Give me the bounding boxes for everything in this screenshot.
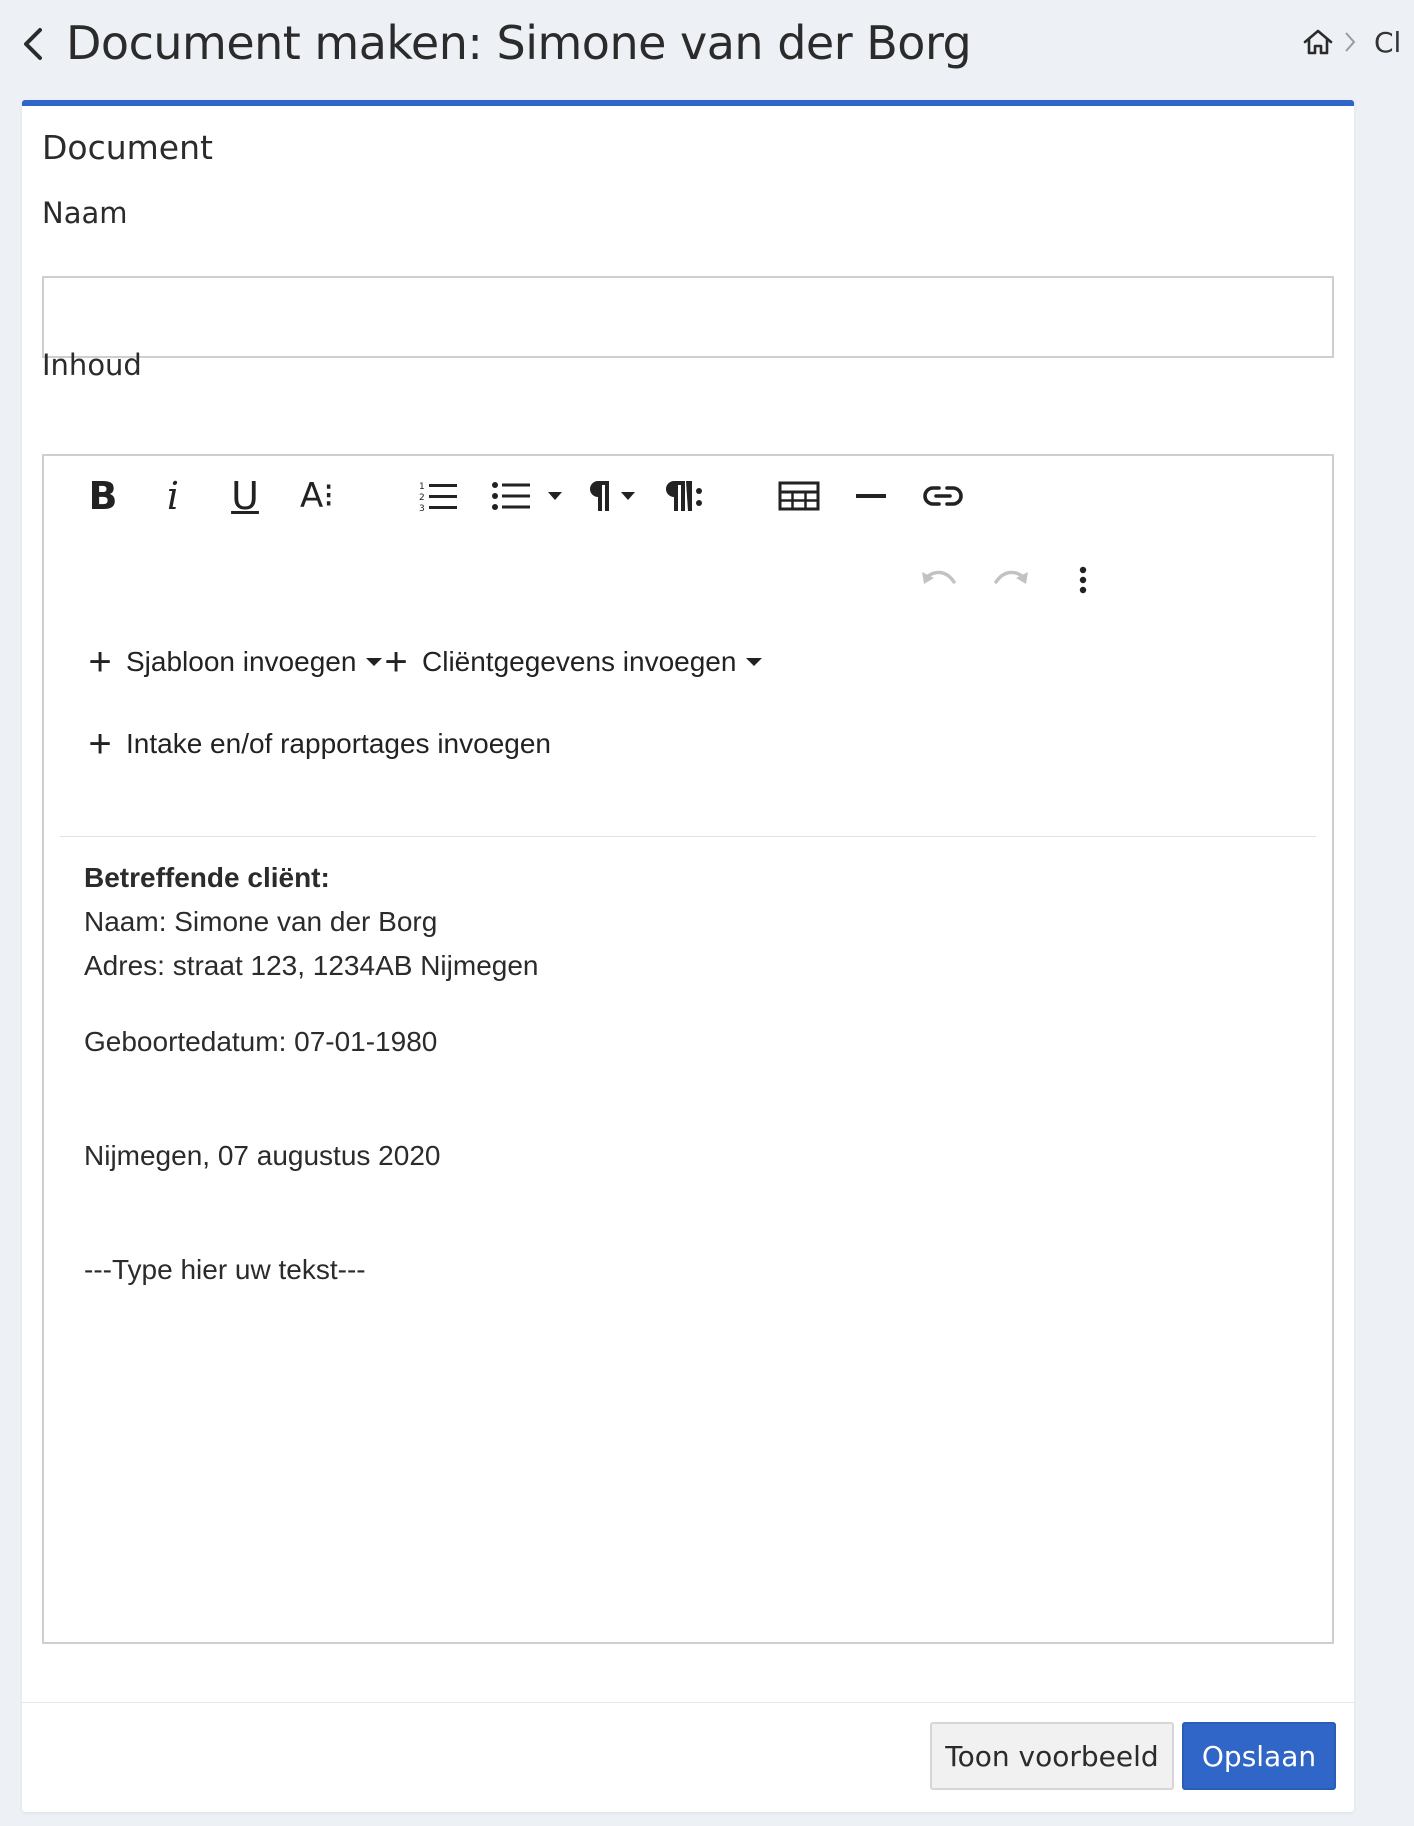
insert-template-button[interactable]: + Sjabloon invoegen (86, 640, 383, 684)
document-heading: Betreffende cliënt: (84, 862, 330, 893)
horizontal-line-button[interactable] (840, 468, 902, 524)
svg-text:2: 2 (419, 493, 425, 503)
svg-text:1: 1 (419, 482, 425, 492)
document-line-place-date: Nijmegen, 07 augustus 2020 (84, 1140, 441, 1171)
caret-down-icon (548, 492, 562, 500)
breadcrumb: Cl (1300, 22, 1401, 62)
table-button[interactable] (768, 468, 830, 524)
bold-label: B (88, 474, 118, 518)
numbered-list-button[interactable]: 1 2 3 (408, 468, 470, 524)
name-input[interactable] (42, 276, 1334, 358)
svg-text:3: 3 (419, 504, 425, 513)
breadcrumb-home[interactable] (1300, 24, 1336, 60)
underline-button[interactable]: U (214, 468, 276, 524)
content-label: Inhoud (42, 348, 142, 382)
footer-divider (22, 1702, 1354, 1703)
font-size-button[interactable]: A⁝ (286, 468, 348, 524)
document-line-birthdate: Geboortedatum: 07-01-1980 (84, 1026, 438, 1057)
horizontal-line-icon (856, 494, 886, 498)
font-size-label: A⁝ (299, 476, 335, 516)
undo-icon (922, 570, 956, 584)
link-button[interactable] (912, 468, 974, 524)
preview-button[interactable]: Toon voorbeeld (930, 1722, 1174, 1790)
underline-label: U (231, 474, 259, 518)
chevron-left-icon (24, 28, 42, 60)
rich-text-editor[interactable]: B i U A⁝ 1 2 3 + Sjabloon invoegen + Cli… (42, 454, 1334, 1644)
right-background (1354, 100, 1414, 1826)
top-bar: Document maken: Simone van der Borg Cl (0, 0, 1414, 100)
bullet-list-button[interactable] (480, 468, 542, 524)
more-vertical-icon (1079, 566, 1087, 594)
paragraph-format-icon (666, 481, 702, 511)
redo-icon (994, 570, 1028, 584)
insert-intake-button[interactable]: + Intake en/of rapportages invoegen (86, 722, 551, 766)
redo-button[interactable] (980, 552, 1042, 608)
paragraph-format-button[interactable] (654, 468, 716, 524)
table-icon (778, 481, 820, 511)
editor-toolbar-divider (60, 836, 1316, 837)
name-label: Naam (42, 196, 128, 230)
document-line-name: Naam: Simone van der Borg (84, 906, 438, 937)
numbered-list-icon: 1 2 3 (419, 482, 457, 513)
bullet-list-icon (492, 482, 530, 510)
plus-icon: + (384, 640, 408, 684)
chevron-right-icon (1345, 32, 1356, 52)
document-line-placeholder: ---Type hier uw tekst--- (84, 1254, 366, 1285)
bold-button[interactable]: B (72, 468, 134, 524)
link-icon (923, 486, 963, 506)
caret-down-icon (366, 658, 383, 666)
insert-template-label: Sjabloon invoegen (126, 646, 357, 677)
paragraph-button[interactable] (580, 468, 650, 524)
insert-client-data-button[interactable]: + Cliëntgegevens invoegen (382, 640, 763, 684)
document-card: Document Naam Inhoud B i U A⁝ 1 2 3 + Sj… (22, 100, 1354, 1812)
italic-label: i (166, 474, 180, 518)
breadcrumb-item[interactable]: Cl (1374, 26, 1401, 59)
paragraph-icon (590, 481, 635, 511)
caret-down-icon (746, 658, 763, 666)
home-icon (1303, 29, 1333, 55)
back-button[interactable] (18, 24, 48, 64)
save-button[interactable]: Opslaan (1182, 1722, 1336, 1790)
plus-icon: + (88, 640, 112, 684)
insert-intake-label: Intake en/of rapportages invoegen (126, 728, 551, 759)
document-line-address: Adres: straat 123, 1234AB Nijmegen (84, 950, 539, 981)
plus-icon: + (88, 722, 112, 766)
card-title: Document (42, 128, 213, 167)
bullet-list-dropdown[interactable] (538, 468, 572, 524)
editor-content[interactable]: Betreffende cliënt: Naam: Simone van der… (84, 856, 1304, 1292)
insert-client-data-label: Cliëntgegevens invoegen (422, 646, 737, 677)
breadcrumb-separator (1336, 24, 1364, 60)
more-options-button[interactable] (1052, 552, 1114, 608)
page-title: Document maken: Simone van der Borg (66, 16, 972, 70)
italic-button[interactable]: i (142, 468, 204, 524)
undo-button[interactable] (908, 552, 970, 608)
